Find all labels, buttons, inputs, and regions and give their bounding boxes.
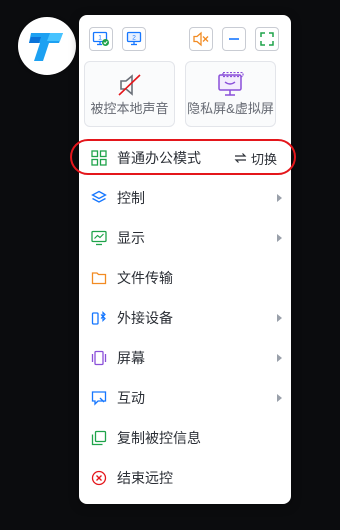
menu-item-label: 显示 [117, 230, 145, 246]
fullscreen-icon [260, 32, 274, 46]
screen-1-button[interactable]: 1 [89, 27, 113, 51]
folder-icon [91, 272, 107, 285]
mute-button[interactable] [189, 27, 213, 51]
screen-icon [91, 350, 107, 366]
chevron-right-icon [277, 354, 282, 362]
svg-text:1: 1 [98, 35, 102, 42]
minus-icon [229, 38, 239, 40]
chat-screen-icon [91, 391, 107, 406]
menu-item-copy-info[interactable]: 复制被控信息 [79, 418, 291, 458]
menu-item-label: 结束远控 [117, 470, 173, 486]
speaker-muted-icon [193, 31, 209, 47]
menu-item-label: 复制被控信息 [117, 430, 201, 446]
mute-local-sound-tile[interactable]: 被控本地声音 [84, 61, 175, 127]
copy-icon [91, 430, 107, 446]
chevron-right-icon [277, 394, 282, 402]
devices-bluetooth-icon [91, 311, 106, 325]
menu-item-label: 外接设备 [117, 310, 173, 326]
menu-item-label: 屏幕 [117, 350, 145, 366]
menu-item-display[interactable]: 显示 [79, 218, 291, 258]
screen-2-button[interactable]: 2 [122, 27, 146, 51]
chevron-right-icon [277, 194, 282, 202]
highlight-annotation [70, 139, 296, 175]
layers-icon [91, 190, 107, 203]
chevron-right-icon [277, 234, 282, 242]
menu-item-file-transfer[interactable]: 文件传输 [79, 258, 291, 298]
menu-item-label: 文件传输 [117, 270, 173, 286]
fullscreen-button[interactable] [255, 27, 279, 51]
minimize-button[interactable] [222, 27, 246, 51]
svg-text:2: 2 [132, 35, 136, 42]
menu-item-control[interactable]: 控制 [79, 178, 291, 218]
privacy-virtual-screen-tile[interactable]: 隐私屏&虚拟屏 [185, 61, 276, 127]
menu-item-interaction[interactable]: 互动 [79, 378, 291, 418]
menu-item-screen[interactable]: 屏幕 [79, 338, 291, 378]
mute-local-sound-label: 被控本地声音 [90, 101, 169, 116]
app-logo-icon [29, 33, 63, 61]
monitor-check-icon: 1 [92, 31, 109, 46]
menu-item-external-devices[interactable]: 外接设备 [79, 298, 291, 338]
privacy-virtual-screen-label: 隐私屏&虚拟屏 [187, 101, 274, 116]
menu-item-label: 互动 [117, 390, 145, 406]
chevron-right-icon [277, 314, 282, 322]
monitor-chart-icon [91, 230, 107, 246]
menu-item-label: 控制 [117, 190, 145, 206]
speaker-off-icon [117, 74, 141, 96]
close-circle-icon [91, 470, 107, 486]
remote-control-menu-panel: 1 2 被控本地声音 隐私屏&虚拟屏 普通办公模式 切换 控制 显示 文件传输 … [79, 15, 291, 504]
menu-item-end-remote[interactable]: 结束远控 [79, 458, 291, 498]
privacy-screen-icon [217, 72, 244, 96]
monitor-icon: 2 [126, 31, 142, 46]
app-logo[interactable] [18, 17, 76, 75]
